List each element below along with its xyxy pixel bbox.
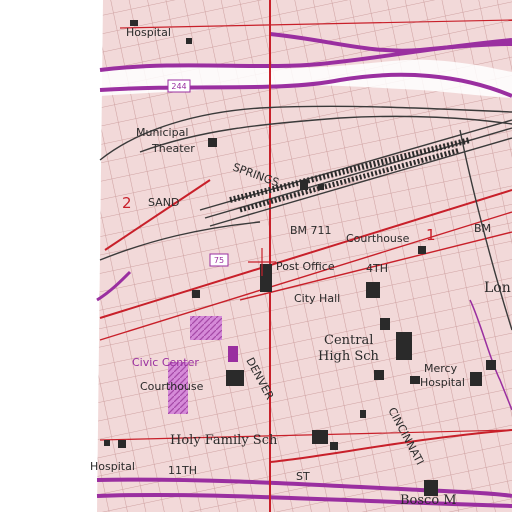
label-city-hall: City Hall (294, 292, 340, 305)
label-municipal: Municipal (136, 126, 188, 139)
label-holy-family-sch: Holy Family Sch (170, 433, 278, 448)
label-theater: Theater (151, 142, 195, 155)
route-75-label: 75 (214, 256, 224, 265)
civic-building (228, 346, 238, 362)
civic-center-plaza (190, 316, 222, 340)
map-canvas: Hospital Municipal Theater SAND SPRINGS … (0, 0, 512, 512)
label-st-bottom: ST (296, 470, 310, 483)
route-244-label: 244 (171, 82, 186, 91)
label-bottom-fragment: Bosco M (400, 493, 457, 508)
label-11th: 11TH (168, 464, 197, 477)
label-bm-right: BM (474, 222, 491, 235)
label-mercy-hospital: Hospital (420, 376, 465, 389)
label-hospital-lower: Hospital (90, 460, 135, 473)
label-courthouse-top: Courthouse (346, 232, 410, 245)
label-hospital-top: Hospital (126, 26, 171, 39)
route-244-shield: 244 (167, 79, 191, 93)
route-75-shield: 75 (209, 253, 229, 267)
label-courthouse-lower: Courthouse (140, 380, 204, 393)
label-bm-711: BM 711 (290, 224, 332, 237)
topographic-map[interactable]: Hospital Municipal Theater SAND SPRINGS … (0, 0, 512, 512)
label-post-office: Post Office (276, 260, 335, 273)
label-civic-center: Civic Center (132, 356, 199, 369)
label-lon: Lon (484, 280, 511, 296)
label-mercy: Mercy (424, 362, 458, 375)
label-central: Central (324, 333, 373, 348)
label-4th: 4TH (366, 262, 388, 275)
label-high-sch: High Sch (318, 349, 380, 364)
label-sand: SAND (148, 196, 179, 209)
label-number-2: 2 (122, 194, 132, 212)
label-number-1: 1 (426, 226, 436, 244)
